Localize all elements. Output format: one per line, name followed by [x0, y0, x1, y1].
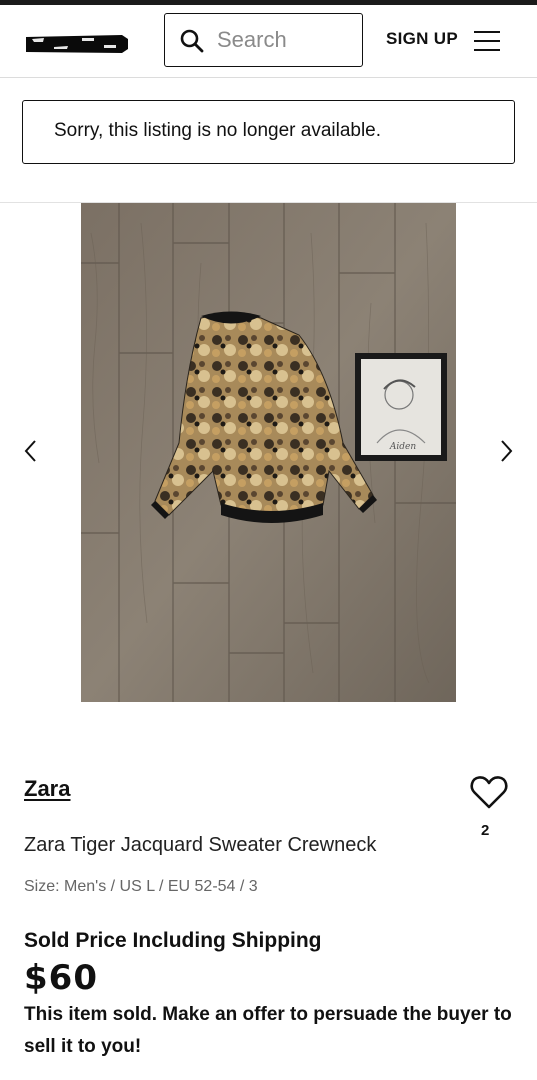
listing-size: Size: Men's / US L / EU 52-54 / 3 [24, 878, 258, 895]
chevron-right-icon[interactable] [496, 438, 516, 464]
notice-message: Sorry, this listing is no longer availab… [54, 120, 382, 141]
sold-note: This item sold. Make an offer to persuad… [24, 1004, 512, 1057]
sold-price: $60 [24, 958, 98, 998]
listing-title: Zara Tiger Jacquard Sweater Crewneck [24, 834, 377, 856]
menu-icon[interactable] [474, 29, 502, 53]
logo[interactable] [24, 33, 130, 55]
favorites-count: 2 [481, 822, 490, 839]
sold-price-label: Sold Price Including Shipping [24, 929, 322, 952]
listing-photo[interactable]: Aiden [81, 203, 456, 702]
search-box[interactable] [164, 13, 363, 67]
listing-photo-image: Aiden [81, 203, 456, 702]
chevron-left-icon[interactable] [21, 438, 41, 464]
site-header: SIGN UP [0, 5, 537, 78]
designer-link[interactable]: Zara [24, 776, 70, 802]
sign-up-button[interactable]: SIGN UP [386, 29, 458, 49]
search-input[interactable] [217, 24, 357, 56]
unavailable-notice: Sorry, this listing is no longer availab… [22, 100, 515, 164]
drawing-signature: Aiden [389, 442, 416, 452]
search-icon[interactable] [179, 28, 205, 54]
heart-icon[interactable] [469, 774, 509, 810]
